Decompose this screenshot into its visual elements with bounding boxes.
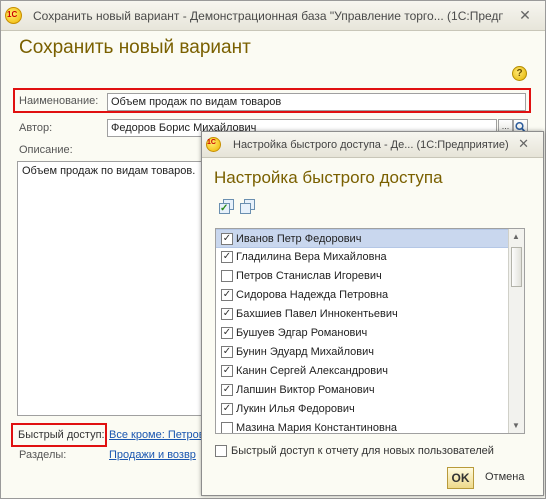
users-list-scrollbar[interactable]: ▲ ▼ [508,229,524,433]
user-checkbox[interactable] [221,422,233,433]
uncheck-all-icon[interactable] [240,199,256,214]
list-item[interactable]: Мазина Мария Константиновна [216,419,509,434]
user-name: Лапшин Виктор Романович [236,384,375,396]
close-button[interactable]: ✕ [517,7,533,23]
dialog-close-button[interactable]: ✕ [518,136,529,152]
user-checkbox[interactable]: ✓ [221,308,233,320]
scroll-up-icon[interactable]: ▲ [512,232,520,241]
quick-access-label: Быстрый доступ: [18,429,105,441]
user-checkbox[interactable] [221,270,233,282]
list-item[interactable]: ✓ Бушуев Эдгар Романович [216,324,509,343]
list-item[interactable]: ✓ Лапшин Виктор Романович [216,381,509,400]
dialog-title: Настройка быстрого доступа - Де... (1С:П… [233,139,509,151]
list-item[interactable]: Петров Станислав Игоревич [216,267,509,286]
page-title: Сохранить новый вариант [19,37,251,58]
dialog-title-bar: 1С Настройка быстрого доступа - Де... (1… [202,132,543,158]
name-field[interactable]: Объем продаж по видам товаров [107,93,526,111]
ok-button[interactable]: OK [447,467,474,489]
1c-logo-icon: 1С [5,7,22,24]
dialog-heading: Настройка быстрого доступа [214,168,443,187]
scroll-thumb[interactable] [511,247,522,287]
description-text: Объем продаж по видам товаров. [22,165,196,177]
user-name: Бахшиев Павел Иннокентьевич [236,308,398,320]
user-name: Иванов Петр Федорович [236,233,362,245]
quick-access-link[interactable]: Все кроме: Петров [109,429,201,441]
1c-logo-icon: 1С [206,137,221,152]
user-checkbox[interactable]: ✓ [221,365,233,377]
user-checkbox[interactable]: ✓ [221,251,233,263]
user-checkbox[interactable]: ✓ [221,384,233,396]
user-name: Сидорова Надежда Петровна [236,289,389,301]
user-checkbox[interactable]: ✓ [221,327,233,339]
sections-link[interactable]: Продажи и возвр [109,449,201,461]
author-label: Автор: [19,122,53,134]
list-item[interactable]: ✓ Лукин Илья Федорович [216,400,509,419]
name-label: Наименование: [19,95,99,107]
cancel-button[interactable]: Отмена [485,471,524,483]
new-users-checkbox[interactable] [215,445,227,457]
user-name: Петров Станислав Игоревич [236,270,382,282]
list-item[interactable]: ✓ Гладилина Вера Михайловна [216,248,509,267]
check-all-icon[interactable]: ✓ [219,199,235,214]
user-checkbox[interactable]: ✓ [221,289,233,301]
user-checkbox[interactable]: ✓ [221,233,233,245]
scroll-down-icon[interactable]: ▼ [512,421,520,430]
users-list[interactable]: ✓ Иванов Петр Федорович ✓ Гладилина Вера Ми… [215,228,525,434]
user-name: Бунин Эдуард Михайлович [236,346,374,358]
list-item[interactable]: ✓ Бахшиев Павел Иннокентьевич [216,305,509,324]
list-item[interactable]: ✓ Бунин Эдуард Михайлович [216,343,509,362]
new-users-checkbox-label: Быстрый доступ к отчету для новых пользо… [231,445,494,457]
user-name: Гладилина Вера Михайловна [236,251,387,263]
user-name: Бушуев Эдгар Романович [236,327,368,339]
user-checkbox[interactable]: ✓ [221,403,233,415]
user-name: Мазина Мария Константиновна [236,422,398,434]
quick-access-dialog: 1С Настройка быстрого доступа - Де... (1… [201,131,544,496]
title-bar: 1С Сохранить новый вариант - Демонстраци… [1,1,545,31]
list-item[interactable]: ✓ Канин Сергей Александрович [216,362,509,381]
sections-label: Разделы: [19,449,67,461]
window-title: Сохранить новый вариант - Демонстрационн… [33,9,503,23]
user-name: Лукин Илья Федорович [236,403,355,415]
user-checkbox[interactable]: ✓ [221,346,233,358]
description-label: Описание: [19,144,73,156]
help-icon[interactable]: ? [512,66,527,81]
description-textarea[interactable]: Объем продаж по видам товаров. [17,161,217,416]
list-item[interactable]: ✓ Иванов Петр Федорович [216,229,509,248]
list-item[interactable]: ✓ Сидорова Надежда Петровна [216,286,509,305]
user-name: Канин Сергей Александрович [236,365,389,377]
